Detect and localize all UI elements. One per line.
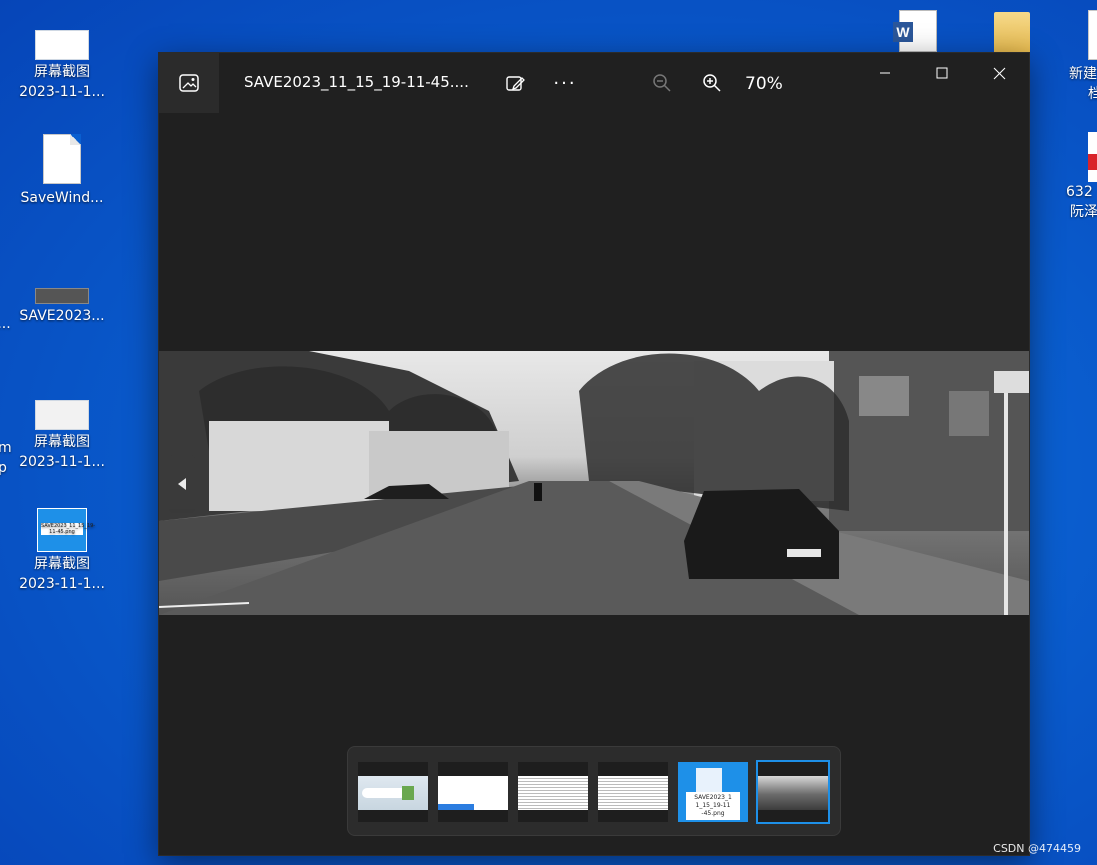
title-bar: SAVE2023_11_15_19-11-45.... ··· 70% bbox=[159, 53, 1029, 113]
desktop-icon-new-doc[interactable]: 新建 档 bbox=[1060, 10, 1097, 104]
desktop-icon-save2023[interactable]: SAVE2023... bbox=[14, 288, 110, 326]
clipped-label: m p bbox=[0, 440, 12, 476]
folder-icon[interactable] bbox=[994, 12, 1030, 56]
street-scene-image bbox=[159, 351, 1029, 615]
previous-image-button[interactable] bbox=[169, 455, 195, 513]
file-thumb-text: SAVE2023_11_15_19-11-45.png bbox=[41, 523, 96, 535]
pdf-icon bbox=[1088, 132, 1097, 182]
photos-viewer-window: SAVE2023_11_15_19-11-45.... ··· 70% SAVE… bbox=[158, 52, 1030, 856]
desktop-icon-label: SaveWind... bbox=[20, 190, 104, 206]
zoom-out-button[interactable] bbox=[646, 67, 678, 99]
document-icon bbox=[1088, 10, 1097, 60]
desktop-icon-label: 屏幕截图 bbox=[34, 434, 90, 450]
zoom-in-button[interactable] bbox=[696, 67, 728, 99]
more-icon: ··· bbox=[553, 72, 577, 94]
desktop-icon-label: 屏幕截图 bbox=[34, 556, 90, 572]
filmstrip-thumbnail[interactable] bbox=[598, 762, 668, 822]
image-thumbnail-icon bbox=[35, 30, 89, 60]
desktop-icon-screenshot-3[interactable]: SAVE2023_11_15_19-11-45.png 屏幕截图 2023-11… bbox=[14, 508, 110, 594]
filmstrip-thumbnail[interactable] bbox=[358, 762, 428, 822]
desktop-icon-label: 屏幕截图 bbox=[34, 64, 90, 80]
displayed-photo[interactable] bbox=[159, 351, 1029, 615]
maximize-icon bbox=[936, 67, 948, 79]
document-icon bbox=[43, 134, 81, 184]
image-thumbnail-icon: SAVE2023_11_15_19-11-45.png bbox=[37, 508, 96, 552]
desktop-icon-label: 阮泽 bbox=[1070, 204, 1097, 220]
zoom-in-icon bbox=[703, 74, 721, 92]
word-document-icon[interactable]: W bbox=[893, 10, 937, 52]
image-thumbnail-icon bbox=[35, 400, 89, 430]
clipped-label: ... bbox=[0, 316, 11, 332]
file-icon bbox=[696, 768, 722, 792]
image-thumbnail-icon bbox=[35, 288, 89, 304]
photos-app-icon[interactable] bbox=[159, 53, 219, 113]
filmstrip-thumbnail[interactable]: SAVE2023_1 1_15_19-11 -45.png bbox=[678, 762, 748, 822]
filmstrip-thumbnail[interactable] bbox=[438, 762, 508, 822]
desktop-icon-label: SAVE2023... bbox=[19, 308, 105, 324]
more-options-button[interactable]: ··· bbox=[549, 67, 581, 99]
chevron-left-icon bbox=[178, 478, 186, 490]
close-button[interactable] bbox=[971, 53, 1027, 93]
zoom-out-icon bbox=[653, 74, 671, 92]
edit-image-icon bbox=[506, 76, 525, 91]
desktop-icon-label: 档 bbox=[1088, 86, 1097, 102]
edit-image-button[interactable] bbox=[499, 67, 531, 99]
desktop-icon-label: 新建 bbox=[1069, 66, 1097, 82]
zoom-level: 70% bbox=[745, 74, 783, 94]
minimize-button[interactable] bbox=[857, 53, 913, 93]
minimize-icon bbox=[880, 72, 890, 74]
maximize-button[interactable] bbox=[914, 53, 970, 93]
filmstrip: SAVE2023_1 1_15_19-11 -45.png bbox=[347, 746, 841, 836]
filmstrip-file-label: SAVE2023_1 1_15_19-11 -45.png bbox=[686, 792, 740, 820]
window-title: SAVE2023_11_15_19-11-45.... bbox=[244, 73, 469, 91]
filmstrip-thumbnail-current[interactable] bbox=[756, 760, 830, 824]
desktop-icon-pdf[interactable]: 632 阮泽 bbox=[1060, 132, 1097, 222]
desktop-icon-savewind[interactable]: SaveWind... bbox=[14, 134, 110, 208]
desktop-icon-screenshot-1[interactable]: 屏幕截图 2023-11-1... bbox=[14, 30, 110, 102]
desktop-icon-label: 2023-11-1... bbox=[19, 454, 105, 470]
desktop-icon-label: 2023-11-1... bbox=[19, 576, 105, 592]
desktop-icon-label: 632 bbox=[1066, 184, 1093, 200]
desktop-icon-label: 2023-11-1... bbox=[19, 84, 105, 100]
watermark: CSDN @474459 bbox=[993, 842, 1081, 855]
filmstrip-thumbnail[interactable] bbox=[518, 762, 588, 822]
close-icon bbox=[993, 67, 1005, 79]
desktop-icon-screenshot-2[interactable]: 屏幕截图 2023-11-1... bbox=[14, 400, 110, 472]
